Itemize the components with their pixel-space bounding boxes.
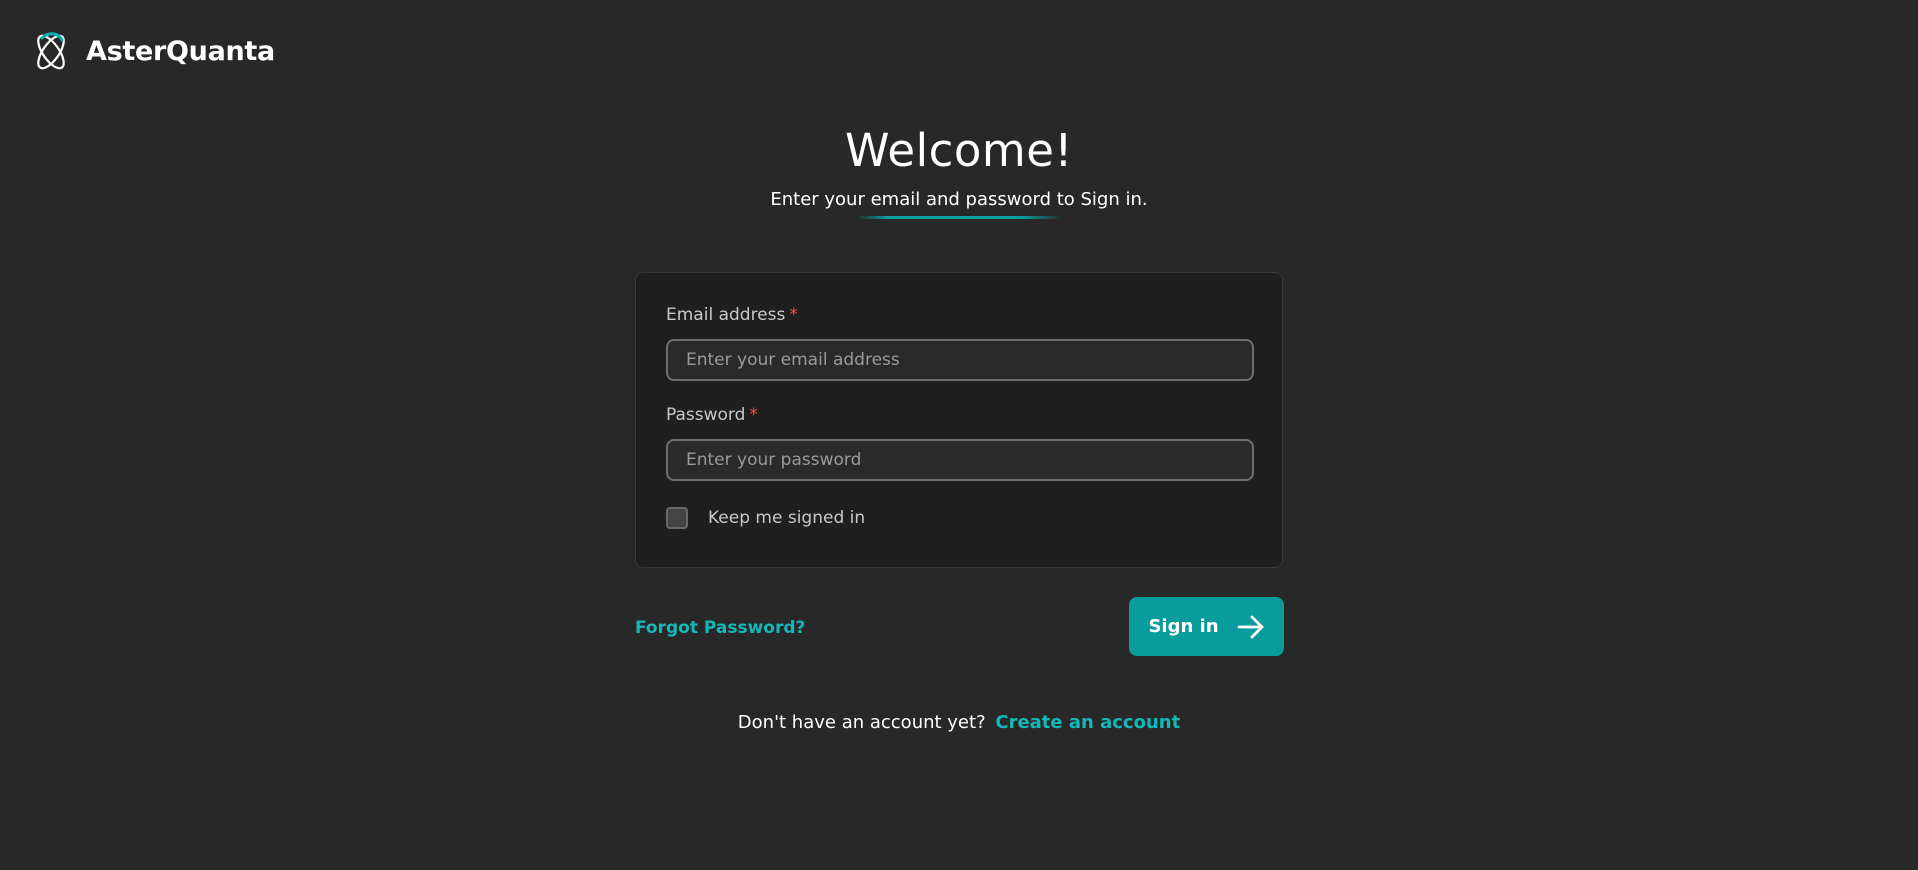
- password-label: Password *: [666, 405, 1252, 425]
- brand-name: AsterQuanta: [86, 35, 275, 67]
- password-input[interactable]: [666, 439, 1254, 481]
- sign-in-button[interactable]: Sign in: [1129, 597, 1284, 656]
- email-label-text: Email address: [666, 305, 786, 325]
- forgot-password-link[interactable]: Forgot Password?: [635, 618, 805, 638]
- password-label-text: Password: [666, 405, 746, 425]
- keep-signed-in-label[interactable]: Keep me signed in: [708, 508, 865, 528]
- brand[interactable]: AsterQuanta: [28, 28, 275, 74]
- page-subtitle: Enter your email and password to Sign in…: [770, 189, 1148, 210]
- atom-orbit-logo-icon: [37, 32, 65, 70]
- login-page: AsterQuanta Welcome! Enter your email an…: [0, 0, 1918, 870]
- email-input[interactable]: [666, 339, 1254, 381]
- create-account-link[interactable]: Create an account: [995, 712, 1180, 733]
- page-title: Welcome!: [845, 124, 1073, 177]
- hero: Welcome! Enter your email and password t…: [0, 124, 1918, 219]
- required-marker: *: [749, 405, 758, 425]
- keep-signed-in-row[interactable]: Keep me signed in: [666, 507, 1252, 529]
- keep-signed-in-checkbox[interactable]: [666, 507, 688, 529]
- required-marker: *: [789, 305, 798, 325]
- subtitle-underline: [856, 216, 1062, 219]
- arrow-right-icon: [1237, 615, 1263, 638]
- signup-prompt-text: Don't have an account yet?: [737, 712, 986, 733]
- login-form-card: Email address* Password* Keep me signed …: [635, 272, 1283, 568]
- signup-prompt: Don't have an account yet? Create an acc…: [0, 712, 1918, 733]
- email-label: Email address *: [666, 305, 1252, 325]
- sign-in-label: Sign in: [1148, 616, 1219, 637]
